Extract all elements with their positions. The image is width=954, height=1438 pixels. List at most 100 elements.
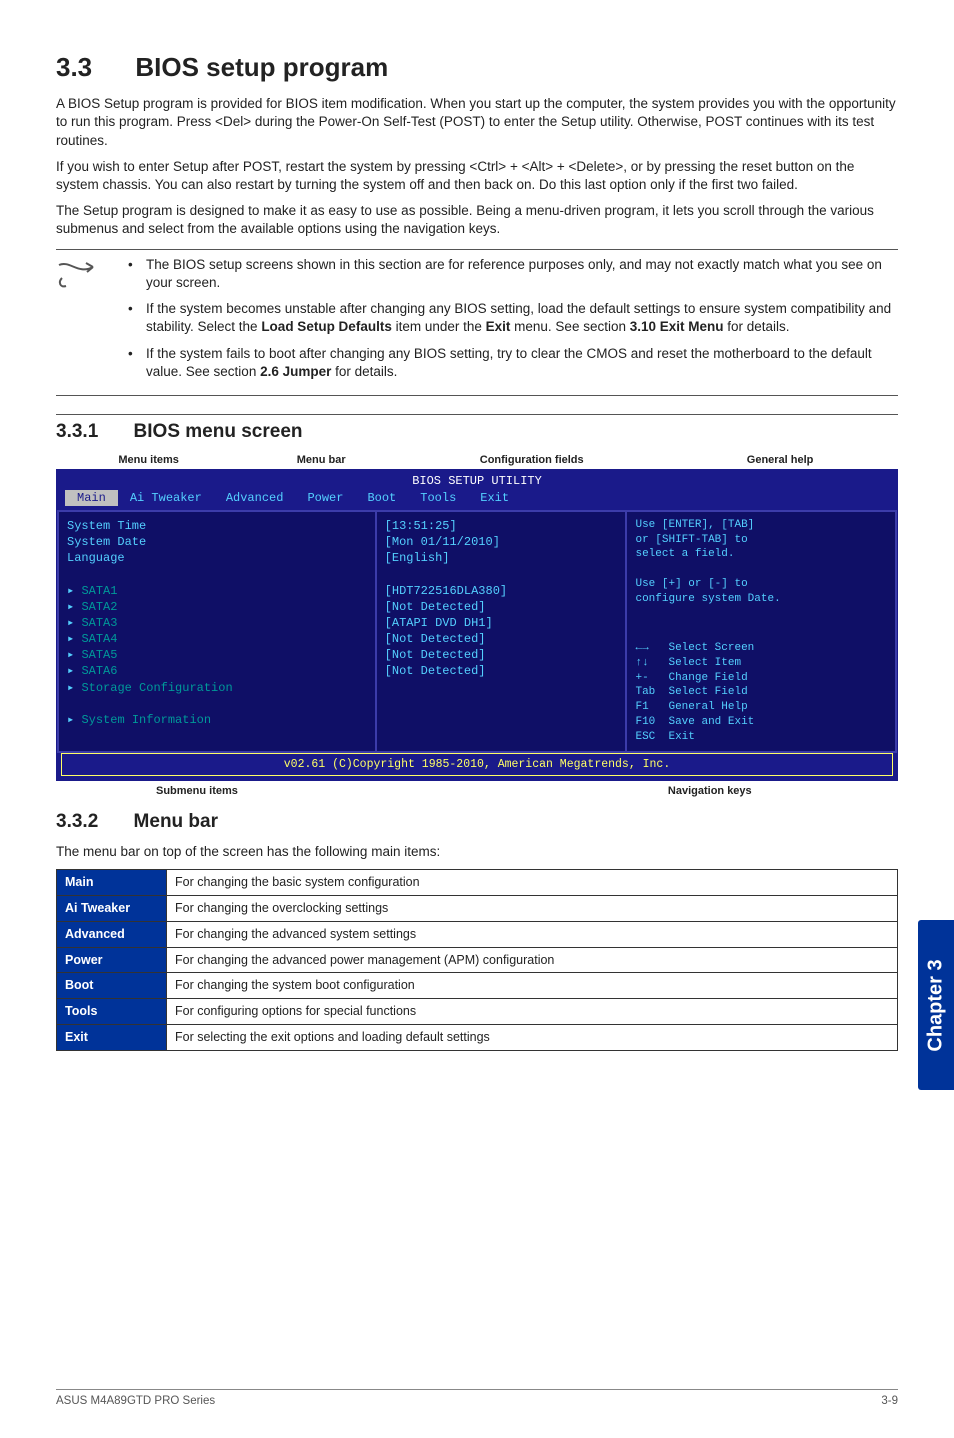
bios-tab-tools[interactable]: Tools [408, 490, 468, 506]
bios-value-sata3: [ATAPI DVD DH1] [385, 615, 618, 631]
menu-name: Exit [57, 1025, 167, 1051]
bios-tab-exit[interactable]: Exit [468, 490, 521, 506]
bios-value-sata1: [HDT722516DLA380] [385, 583, 618, 599]
callout-label: Menu bar [241, 453, 401, 468]
bios-value-language: [English] [385, 550, 618, 566]
note-item: If the system fails to boot after changi… [124, 345, 898, 381]
bios-right-pane: Use [ENTER], [TAB] or [SHIFT-TAB] to sel… [627, 512, 895, 751]
bios-left-pane: System Time System Date Language SATA1 S… [59, 512, 377, 751]
bios-key-row: ESC Exit [635, 730, 887, 745]
menu-desc: For changing the advanced power manageme… [167, 947, 898, 973]
table-row: MainFor changing the basic system config… [57, 869, 898, 895]
bios-value-sata2: [Not Detected] [385, 599, 618, 615]
note-text: for details. [331, 364, 397, 379]
menubar-table: MainFor changing the basic system config… [56, 869, 898, 1051]
bios-menubar: Main Ai Tweaker Advanced Power Boot Tool… [57, 490, 897, 510]
bios-mid-pane: [13:51:25] [Mon 01/11/2010] [English] [H… [377, 512, 628, 751]
bios-item-sata5[interactable]: SATA5 [67, 647, 367, 663]
bios-item-sata6[interactable]: SATA6 [67, 663, 367, 679]
menu-desc: For selecting the exit options and loadi… [167, 1025, 898, 1051]
bios-diagram: Menu items Menu bar Configuration fields… [56, 453, 898, 800]
bios-item-sata2[interactable]: SATA2 [67, 599, 367, 615]
bios-item-system-time[interactable]: System Time [67, 518, 367, 534]
bios-value-time: [13:51:25] [385, 518, 618, 534]
bios-tab-power[interactable]: Power [295, 490, 355, 506]
footer-left: ASUS M4A89GTD PRO Series [56, 1394, 215, 1410]
menu-name: Main [57, 869, 167, 895]
subsection-title: BIOS menu screen [134, 421, 303, 442]
chapter-label: Chapter 3 [923, 959, 950, 1051]
bios-tab-boot[interactable]: Boot [355, 490, 408, 506]
footer-right: 3-9 [881, 1394, 898, 1410]
bios-item-storage-config[interactable]: Storage Configuration [67, 680, 367, 696]
paragraph: The Setup program is designed to make it… [56, 202, 898, 238]
menu-name: Boot [57, 973, 167, 999]
note-text: item under the [392, 319, 486, 334]
bios-value-sata5: [Not Detected] [385, 647, 618, 663]
bios-body: System Time System Date Language SATA1 S… [57, 510, 897, 753]
bios-help-text: Use [ENTER], [TAB] [635, 518, 887, 533]
bios-key-row: ←→ Select Screen [635, 641, 887, 656]
bios-item-system-date[interactable]: System Date [67, 534, 367, 550]
bios-title: BIOS SETUP UTILITY [57, 470, 897, 489]
note-bold: 3.10 Exit Menu [630, 319, 724, 334]
note-text: for details. [724, 319, 790, 334]
bios-help-text: configure system Date. [635, 592, 887, 607]
bios-key-row: +- Change Field [635, 671, 887, 686]
bios-callout-labels: Menu items Menu bar Configuration fields… [56, 453, 898, 468]
section-number: 3.3 [56, 52, 92, 82]
chapter-side-tab: Chapter 3 [918, 920, 954, 1090]
menu-desc: For configuring options for special func… [167, 999, 898, 1025]
table-row: ExitFor selecting the exit options and l… [57, 1025, 898, 1051]
table-row: Ai TweakerFor changing the overclocking … [57, 895, 898, 921]
bios-key-row: ↑↓ Select Item [635, 656, 887, 671]
callout-label: Menu items [56, 453, 241, 468]
bios-item-sata1[interactable]: SATA1 [67, 583, 367, 599]
note-bold: Exit [486, 319, 511, 334]
bios-value-sata4: [Not Detected] [385, 631, 618, 647]
subsection-number: 3.3.2 [56, 811, 98, 832]
note-list: The BIOS setup screens shown in this sec… [124, 256, 898, 389]
callout-label: General help [662, 453, 898, 468]
note-icon [56, 256, 100, 389]
table-row: BootFor changing the system boot configu… [57, 973, 898, 999]
table-row: AdvancedFor changing the advanced system… [57, 921, 898, 947]
note-bold: Load Setup Defaults [261, 319, 392, 334]
bios-item-system-info[interactable]: System Information [67, 712, 367, 728]
subsection-title: Menu bar [134, 811, 218, 832]
bios-key-row: Tab Select Field [635, 685, 887, 700]
section-heading: 3.3 BIOS setup program [56, 50, 898, 85]
paragraph: The menu bar on top of the screen has th… [56, 843, 898, 861]
bios-help-text: Use [+] or [-] to [635, 577, 887, 592]
menu-name: Ai Tweaker [57, 895, 167, 921]
page-footer: ASUS M4A89GTD PRO Series 3-9 [56, 1389, 898, 1410]
bios-tab-advanced[interactable]: Advanced [214, 490, 296, 506]
bios-callout-labels-bottom: Submenu items Navigation keys [56, 784, 898, 799]
bios-item-sata4[interactable]: SATA4 [67, 631, 367, 647]
bios-item-sata3[interactable]: SATA3 [67, 615, 367, 631]
bios-value-sata6: [Not Detected] [385, 663, 618, 679]
callout-label: Configuration fields [401, 453, 662, 468]
menu-name: Advanced [57, 921, 167, 947]
bios-key-row: F10 Save and Exit [635, 715, 887, 730]
note-text: menu. See section [510, 319, 629, 334]
note-text: The BIOS setup screens shown in this sec… [146, 257, 882, 290]
bios-key-row: F1 General Help [635, 700, 887, 715]
bios-copyright: v02.61 (C)Copyright 1985-2010, American … [61, 753, 893, 777]
bios-value-date: [Mon 01/11/2010] [385, 534, 618, 550]
table-row: PowerFor changing the advanced power man… [57, 947, 898, 973]
menu-name: Power [57, 947, 167, 973]
bios-item-language[interactable]: Language [67, 550, 367, 566]
bios-help-text: or [SHIFT-TAB] to [635, 533, 887, 548]
menu-desc: For changing the overclocking settings [167, 895, 898, 921]
note-item: If the system becomes unstable after cha… [124, 300, 898, 336]
bios-help-text: select a field. [635, 547, 887, 562]
paragraph: A BIOS Setup program is provided for BIO… [56, 95, 898, 150]
menu-desc: For changing the system boot configurati… [167, 973, 898, 999]
menu-desc: For changing the advanced system setting… [167, 921, 898, 947]
callout-label: Navigation keys [668, 784, 752, 799]
bios-tab-ai-tweaker[interactable]: Ai Tweaker [118, 490, 214, 506]
bios-tab-main[interactable]: Main [65, 490, 118, 506]
menu-desc: For changing the basic system configurat… [167, 869, 898, 895]
subsection-heading: 3.3.2 Menu bar [56, 809, 898, 835]
